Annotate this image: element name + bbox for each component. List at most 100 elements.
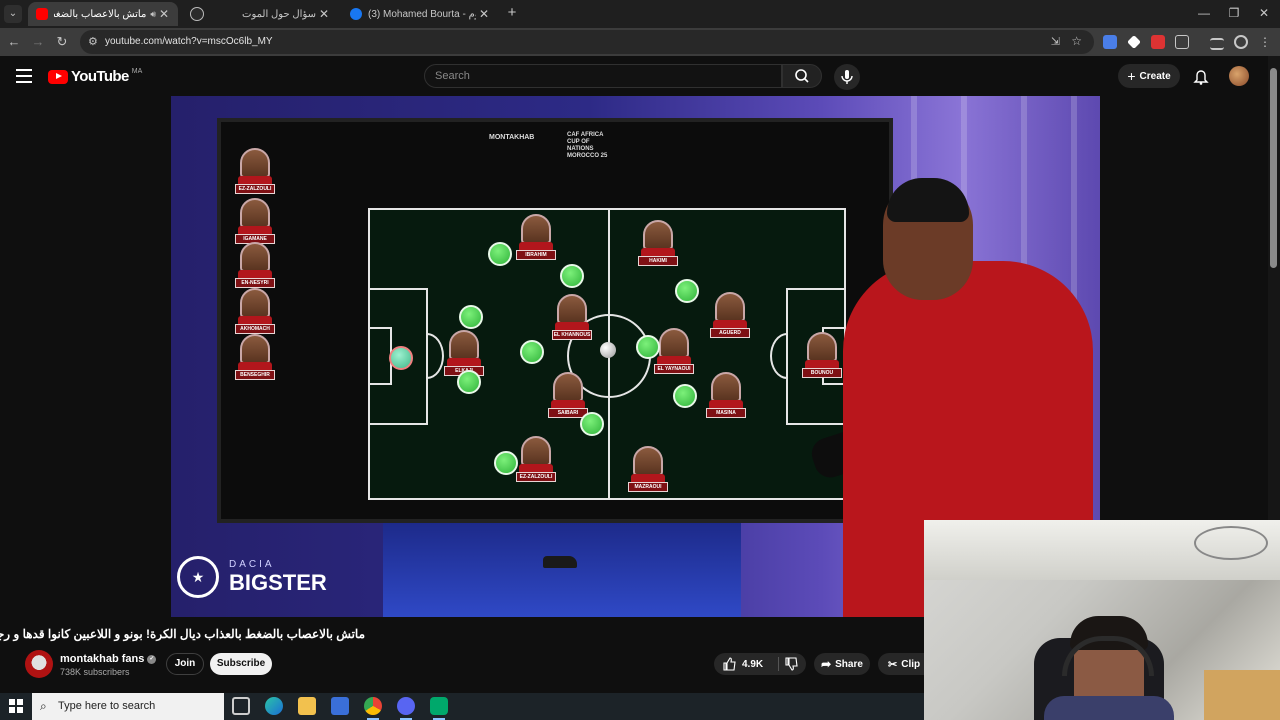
bench-player-card: IGAMANE [235,198,275,244]
translate-extension-icon[interactable] [1103,35,1117,49]
minimize-icon[interactable]: — [1194,6,1214,20]
dislike-button[interactable] [784,657,798,674]
facebook-favicon-icon [350,8,362,20]
file-explorer-icon[interactable] [298,697,316,715]
media-control-icon[interactable] [1210,38,1224,50]
football-pitch: IBRAHIM HAKIMI EL KHANNOUS AGUERD BOUNOU… [368,208,846,500]
pitch-player-card: EZ-ZALZOULI [516,436,556,482]
bench-player-card: EZ-ZALZOULI [235,148,275,194]
channel-avatar[interactable] [25,650,53,678]
ceiling-lamp [1194,526,1268,560]
channel-name-row[interactable]: montakhab fans ✓ [60,653,157,665]
search-icon: ⌕ [40,699,47,713]
bench-player-card: AKHOMACH [235,288,275,334]
new-tab-icon[interactable]: + [504,5,520,21]
streaming-app-icon[interactable] [430,697,448,720]
formation-marker [459,305,483,329]
bench-player-card: BENSEGHIR [235,334,275,380]
youtube-masthead: YouTube MA Search + Create [0,56,1268,96]
hamburger-menu-icon[interactable] [16,69,32,83]
youtube-logo[interactable]: YouTube MA [48,68,142,85]
sponsor-big-text: BIGSTER [229,569,327,595]
voice-search-button[interactable] [834,64,860,90]
thumbs-up-icon [723,657,736,671]
goalkeeper-marker [389,346,413,370]
subscribe-button[interactable]: Subscribe [210,653,272,675]
tab-facebook[interactable]: (3) Mohamed Bourta - عجب ليوم ✕ [342,2,498,26]
search-placeholder: Search [435,70,470,82]
pitch-player-card: HAKIMI [638,220,678,266]
formation-marker [560,264,584,288]
notifications-bell-icon[interactable] [1192,67,1210,85]
video-title: ماتش بالاعصاب بالضغط بالعذاب ديال الكرة!… [0,627,365,641]
country-code: MA [131,68,143,75]
subscriber-count: 738K subscribers [60,667,130,677]
star-ball-icon: ★ [177,556,219,598]
install-icon[interactable]: ⇲ [1051,35,1060,48]
scrollbar-thumb[interactable] [1270,68,1277,268]
like-button[interactable]: 4.9K [722,657,763,671]
bench-player-card: EN-NESYRI [235,242,275,288]
tab-title: ماتش بالاعصاب بالضغط بال [54,8,147,20]
sponsor-small-text: DACIA [229,558,275,570]
pitch-player-card: EL YAYNAOUI [654,328,694,374]
share-button[interactable]: ➦ Share [814,653,870,675]
site-info-icon[interactable]: ⚙ [88,35,98,48]
search-button[interactable] [782,64,822,88]
formation-marker [520,340,544,364]
taskbar-search-placeholder: Type here to search [58,700,156,712]
discord-icon[interactable] [397,697,415,720]
create-button[interactable]: + Create [1118,64,1180,88]
windows-start-icon[interactable] [9,699,23,713]
channel-name[interactable]: montakhab fans [60,653,144,665]
extension-diamond-icon[interactable] [1127,35,1141,49]
plus-icon: + [1127,68,1136,84]
extension-red-icon[interactable] [1151,35,1165,49]
tab-search-dropdown[interactable]: ⌄ [4,5,22,23]
webcam-overlay [924,520,1280,720]
clip-label: Clip [901,658,921,670]
browser-menu-icon[interactable]: ⋮ [1258,35,1272,49]
formation-marker [488,242,512,266]
search-input[interactable]: Search [424,64,782,88]
chrome-browser-icon[interactable] [364,697,382,720]
tab-close-icon[interactable]: ✕ [156,7,172,21]
formation-marker [494,451,518,475]
tab-title: (3) Mohamed Bourta - عجب ليوم [368,8,476,20]
afcon-logo-text: CAF AFRICA CUP OF NATIONS MOROCCO 25 [567,132,608,159]
tab-chatgpt[interactable]: سؤال حول الموت ✕ [182,2,338,26]
youtube-play-logo-icon [48,69,68,84]
reload-icon[interactable]: ↻ [54,34,70,50]
profile-icon[interactable] [1234,35,1248,49]
microphone-icon [841,70,853,84]
pitch-player-card: BOUNOU [802,332,842,378]
sponsor-logo: ★ DACIA BIGSTER [177,556,327,598]
edge-browser-icon[interactable] [265,697,283,715]
youtube-wordmark: YouTube [71,68,129,85]
microsoft-store-icon[interactable] [331,697,349,715]
url-text: youtube.com/watch?v=mscOc6lb_MY [105,36,273,47]
tab-close-icon[interactable]: ✕ [316,7,332,21]
restore-icon[interactable]: ❐ [1224,6,1244,20]
back-icon[interactable]: ← [6,34,22,50]
pitch-player-card: MAZRAOUI [628,446,668,492]
create-label: Create [1139,70,1171,82]
extensions-puzzle-icon[interactable] [1175,35,1189,49]
formation-marker [675,279,699,303]
pitch-player-card: ELKAJI [444,330,484,376]
close-window-icon[interactable]: ✕ [1254,6,1274,20]
browser-tab-strip: ⌄ ماتش بالاعصاب بالضغط بال 🔊︎ ✕ سؤال حول… [0,0,1280,28]
windows-taskbar: ⌕ Type here to search [0,693,924,720]
tab-close-icon[interactable]: ✕ [476,7,492,21]
forward-icon[interactable]: → [30,34,46,50]
join-button[interactable]: Join [166,653,204,675]
tab-youtube-video[interactable]: ماتش بالاعصاب بالضغط بال 🔊︎ ✕ [28,2,178,26]
account-avatar[interactable] [1229,66,1249,86]
address-bar[interactable]: ⚙ youtube.com/watch?v=mscOc6lb_MY ⇲ ☆ [80,30,1094,54]
formation-marker [580,412,604,436]
bookmark-star-icon[interactable]: ☆ [1071,34,1082,48]
task-view-icon[interactable] [232,697,250,715]
taskbar-search-box[interactable]: ⌕ Type here to search [32,693,224,720]
formation-marker [636,335,660,359]
tab-title: سؤال حول الموت [242,8,316,20]
